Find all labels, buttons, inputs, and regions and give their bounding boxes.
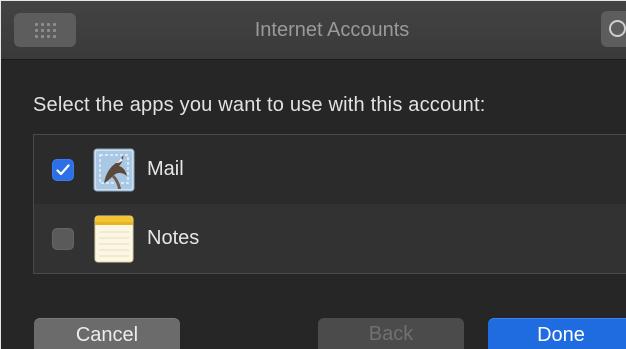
search-field[interactable] (601, 11, 626, 47)
notes-label: Notes (147, 227, 200, 249)
internet-accounts-window: Internet Accounts Select the apps you wa… (0, 0, 626, 349)
apps-prompt: Select the apps you want to use with thi… (33, 94, 486, 116)
window-title: Internet Accounts (254, 19, 410, 41)
mail-icon (93, 148, 135, 191)
app-row-mail: Mail (34, 135, 626, 205)
checkmark-icon (56, 163, 70, 175)
notes-icon (94, 215, 134, 262)
search-icon (609, 20, 626, 37)
app-list: Mail Notes (33, 134, 626, 274)
done-button[interactable]: Done (488, 318, 626, 349)
back-button[interactable]: Back (318, 318, 464, 349)
app-row-notes: Notes (34, 204, 626, 273)
mail-checkbox[interactable] (52, 158, 74, 181)
title-bar: Internet Accounts (0, 0, 626, 60)
cancel-button[interactable]: Cancel (34, 318, 180, 349)
mail-label: Mail (147, 158, 184, 180)
notes-checkbox[interactable] (52, 227, 74, 250)
